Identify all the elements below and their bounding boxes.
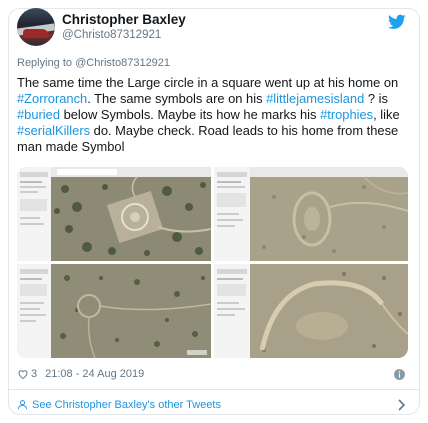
- reply-context[interactable]: Replying to @Christo87312921: [17, 57, 170, 69]
- hashtag-link[interactable]: #littlejamesisland: [266, 91, 364, 106]
- media-image-2[interactable]: [214, 167, 408, 261]
- media-image-4[interactable]: [214, 264, 408, 358]
- tweet-text-segment: below Symbols. Maybe its how he marks hi…: [60, 107, 321, 122]
- hashtag-link[interactable]: #trophies: [320, 107, 373, 122]
- hashtag-link[interactable]: #Zorroranch: [17, 91, 87, 106]
- tweet-timestamp[interactable]: 21:08 - 24 Aug 2019: [45, 368, 144, 380]
- divider: [8, 389, 420, 390]
- hashtag-link[interactable]: #buried: [17, 107, 60, 122]
- tweet-text: The same time the Large circle in a squa…: [17, 75, 413, 155]
- avatar[interactable]: [17, 8, 55, 46]
- author-name[interactable]: Christopher Baxley: [62, 12, 186, 27]
- tweet-text-segment: The same time the Large circle in a squa…: [17, 75, 399, 90]
- chevron-right-icon[interactable]: [396, 399, 406, 411]
- twitter-bird-icon[interactable]: [388, 14, 406, 30]
- tweet-meta: 3 21:08 - 24 Aug 2019: [17, 368, 144, 380]
- more-tweets-label[interactable]: See Christopher Baxley's other Tweets: [32, 399, 221, 411]
- info-icon[interactable]: [393, 368, 406, 381]
- like-count[interactable]: 3: [31, 368, 37, 380]
- tweet-text-segment: , like: [373, 107, 400, 122]
- hashtag-link[interactable]: #serialKillers: [17, 123, 90, 138]
- more-tweets-link[interactable]: See Christopher Baxley's other Tweets: [17, 399, 221, 411]
- person-icon: [17, 400, 28, 410]
- media-grid: [17, 167, 408, 358]
- tweet-text-segment: . The same symbols are on his: [87, 91, 267, 106]
- media-image-1[interactable]: [17, 167, 211, 261]
- heart-icon[interactable]: [17, 368, 29, 380]
- author-handle[interactable]: @Christo87312921: [62, 29, 161, 41]
- media-image-3[interactable]: [17, 264, 211, 358]
- tweet-text-segment: ? is: [364, 91, 388, 106]
